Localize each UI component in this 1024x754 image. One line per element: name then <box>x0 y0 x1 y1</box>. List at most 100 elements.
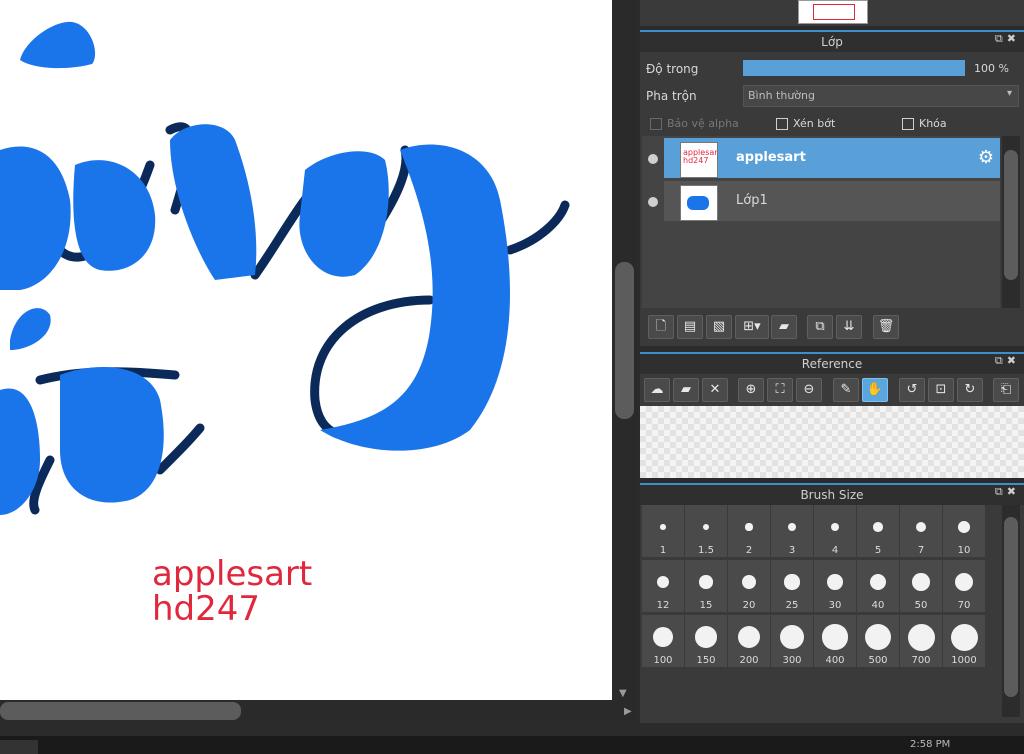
duplicate-layer-icon[interactable]: ⧉ <box>807 315 833 339</box>
brush-size-cell[interactable]: 500 <box>857 615 899 667</box>
blend-mode-select[interactable]: Bình thường ▾ <box>743 85 1019 107</box>
watermark-line1: applesart <box>152 554 313 594</box>
brush-size-cell[interactable]: 3 <box>771 505 813 557</box>
brush-size-panel-title: Brush Size <box>640 483 1024 505</box>
layer-visibility-toggle[interactable] <box>648 154 658 164</box>
brush-size-preview-dot <box>787 522 797 532</box>
brush-size-cell[interactable]: 15 <box>685 560 727 612</box>
brush-size-label: 700 <box>911 655 931 666</box>
brush-size-cell[interactable]: 40 <box>857 560 899 612</box>
canvas-vertical-scroll-thumb[interactable] <box>615 262 634 419</box>
brush-size-cell[interactable]: 1 <box>642 505 684 557</box>
panel-window-icons[interactable]: ⧉✖ <box>995 32 1020 46</box>
layer-list-scroll-thumb[interactable] <box>1004 150 1018 280</box>
new-layer-icon[interactable]: 🗋 <box>648 315 674 339</box>
navigator-preview[interactable] <box>798 0 868 24</box>
zoom-in-icon[interactable]: ⊕ <box>738 378 764 402</box>
brush-size-label: 2 <box>745 545 753 556</box>
brush-size-preview-dot <box>741 574 757 590</box>
brush-size-label: 50 <box>914 600 928 611</box>
brush-size-preview-dot <box>652 626 674 648</box>
layer-list-scrollbar[interactable] <box>1002 136 1020 308</box>
brush-size-preview-dot <box>745 523 753 531</box>
layer-panel: Lớp ⧉✖ Độ trong 100 % Pha trộn Bình thườ… <box>640 30 1024 346</box>
brush-size-preview-dot <box>912 573 930 591</box>
panel-window-icons[interactable]: ⧉✖ <box>995 354 1020 368</box>
layer-thumbnail <box>680 185 718 221</box>
brush-size-label: 400 <box>825 655 845 666</box>
brush-size-cell[interactable]: 700 <box>900 615 942 667</box>
open-folder-icon[interactable]: ▰ <box>673 378 699 402</box>
rotate-right-icon[interactable]: ↻ <box>957 378 983 402</box>
brush-size-label: 5 <box>874 545 882 556</box>
hand-tool-icon[interactable]: ✋ <box>862 378 888 402</box>
brush-panel-scroll-thumb[interactable] <box>1004 517 1018 697</box>
clipping-checkbox[interactable]: Xén bớt <box>776 117 835 130</box>
brush-size-cell[interactable]: 300 <box>771 615 813 667</box>
brush-size-cell[interactable]: 10 <box>943 505 985 557</box>
blend-mode-value: Bình thường <box>748 89 815 102</box>
lock-label: Khóa <box>919 117 947 130</box>
lock-checkbox[interactable]: Khóa <box>902 117 947 130</box>
trash-icon[interactable]: 🗑 <box>873 315 899 339</box>
add-layer-menu-icon[interactable]: ⊞▾ <box>735 315 769 339</box>
merge-layer-icon[interactable]: ⇊ <box>836 315 862 339</box>
open-cloud-icon[interactable]: ☁ <box>644 378 670 402</box>
opacity-value: 100 % <box>974 62 1009 75</box>
layer-panel-title: Lớp <box>640 30 1024 52</box>
brush-size-cell[interactable]: 2 <box>728 505 770 557</box>
brush-size-cell[interactable]: 4 <box>814 505 856 557</box>
gear-icon[interactable]: ⚙ <box>978 147 994 168</box>
brush-size-cell[interactable]: 70 <box>943 560 985 612</box>
brush-size-cell[interactable]: 12 <box>642 560 684 612</box>
brush-size-cell[interactable]: 50 <box>900 560 942 612</box>
brush-size-cell[interactable]: 150 <box>685 615 727 667</box>
rotate-left-icon[interactable]: ↺ <box>899 378 925 402</box>
drawing-canvas[interactable]: applesart hd247 <box>0 0 612 700</box>
reference-view[interactable] <box>640 406 1024 478</box>
brush-size-cell[interactable]: 1.5 <box>685 505 727 557</box>
brush-size-cell[interactable]: 200 <box>728 615 770 667</box>
layer-thumbnail: applesart hd247 <box>680 142 718 178</box>
protect-alpha-checkbox[interactable]: Bảo vệ alpha <box>650 117 739 130</box>
scroll-right-arrow-icon[interactable]: ▶ <box>624 706 632 717</box>
brush-size-preview-dot <box>950 623 978 651</box>
eyedropper-icon[interactable]: ✎ <box>833 378 859 402</box>
brush-size-label: 1000 <box>951 655 977 666</box>
zoom-out-icon[interactable]: ⊖ <box>796 378 822 402</box>
brush-size-cell[interactable]: 20 <box>728 560 770 612</box>
reset-view-icon[interactable]: ⊡ <box>928 378 954 402</box>
lettering-artwork <box>0 21 570 515</box>
layer-item-lop1[interactable]: Lớp1 <box>664 181 1000 221</box>
new-1bit-layer-icon[interactable]: ▧ <box>706 315 732 339</box>
brush-size-label: 7 <box>917 545 925 556</box>
scroll-down-arrow-icon[interactable]: ▼ <box>619 688 627 699</box>
canvas-horizontal-scroll-thumb[interactable] <box>0 702 241 720</box>
brush-size-cell[interactable]: 25 <box>771 560 813 612</box>
brush-size-preview-dot <box>822 624 848 650</box>
pin-icon[interactable]: ⎗ <box>993 378 1019 402</box>
start-button[interactable] <box>0 740 38 754</box>
brush-size-preview-dot <box>958 521 970 533</box>
opacity-slider[interactable] <box>743 60 965 76</box>
brush-size-preview-dot <box>915 521 927 533</box>
panel-window-icons[interactable]: ⧉✖ <box>995 485 1020 499</box>
brush-size-cell[interactable]: 400 <box>814 615 856 667</box>
navigator-panel <box>640 0 1024 26</box>
brush-size-cell[interactable]: 5 <box>857 505 899 557</box>
fit-icon[interactable]: ⛶ <box>767 378 793 402</box>
folder-icon[interactable]: ▰ <box>771 315 797 339</box>
brush-size-cell[interactable]: 7 <box>900 505 942 557</box>
brush-panel-scrollbar[interactable] <box>1002 505 1020 717</box>
brush-size-cell[interactable]: 30 <box>814 560 856 612</box>
close-icon[interactable]: ✕ <box>702 378 728 402</box>
layer-item-applesart[interactable]: applesart hd247 applesart ⚙ <box>664 138 1000 178</box>
layer-name: applesart <box>736 150 806 165</box>
brush-size-label: 70 <box>957 600 971 611</box>
brush-size-preview-dot <box>702 523 710 531</box>
brush-size-label: 40 <box>871 600 885 611</box>
layer-visibility-toggle[interactable] <box>648 197 658 207</box>
new-halftone-layer-icon[interactable]: ▤ <box>677 315 703 339</box>
brush-size-cell[interactable]: 1000 <box>943 615 985 667</box>
brush-size-cell[interactable]: 100 <box>642 615 684 667</box>
